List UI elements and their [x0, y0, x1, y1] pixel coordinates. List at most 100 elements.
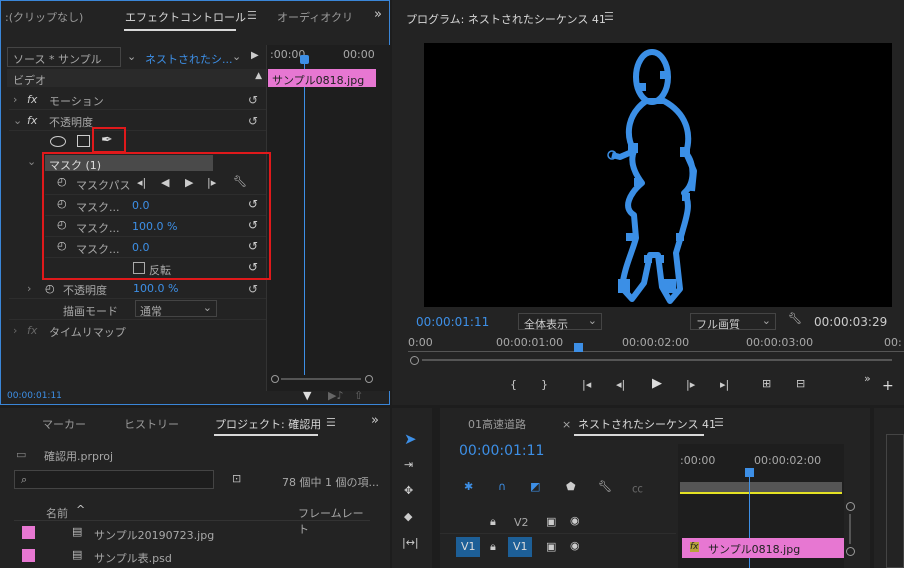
overflow-chevron-icon[interactable]: »	[374, 7, 382, 22]
sequence-dropdown-icon[interactable]: ⌄	[232, 50, 241, 63]
mark-in-icon[interactable]: {	[510, 378, 517, 391]
expand-chevron-icon[interactable]: ›	[13, 93, 17, 106]
sort-ascending-icon[interactable]: ^	[76, 503, 85, 516]
sequence-label[interactable]: ネストされたシ...	[145, 51, 233, 67]
opacity-value-row[interactable]: › ◴ 不透明度 100.0 % ↺	[9, 278, 266, 299]
mask-opacity-row[interactable]: ◴ マスク... 100.0 % ↺	[45, 215, 266, 235]
track-backward-icon[interactable]: ◂|	[137, 176, 146, 189]
snap-magnet-icon[interactable]: ∩	[498, 480, 506, 493]
source-patch-v1[interactable]: V1	[456, 537, 480, 557]
stopwatch-icon[interactable]: ◴	[57, 218, 67, 231]
mask-feather-value[interactable]: 0.0	[132, 199, 150, 212]
reset-icon[interactable]: ↺	[248, 239, 258, 253]
effect-timecode[interactable]: 00:00:01:11	[7, 391, 62, 401]
selection-tool-icon[interactable]: ➤	[404, 430, 417, 448]
opacity-effect-row[interactable]: ⌄ fx 不透明度 ↺	[9, 110, 266, 131]
source-dropdown-icon[interactable]: ⌄	[127, 50, 136, 63]
mini-clip[interactable]: サンプル0818.jpg	[268, 69, 376, 87]
label-color-swatch[interactable]	[22, 526, 35, 539]
extract-icon[interactable]: ⊟	[796, 377, 805, 390]
wrench-icon[interactable]: 🔧︎	[788, 312, 802, 325]
label-color-swatch[interactable]	[22, 549, 35, 562]
snap-nest-icon[interactable]: ✱	[464, 480, 473, 493]
linked-selection-icon[interactable]: ◩	[530, 480, 540, 493]
opacity-value[interactable]: 100.0 %	[133, 282, 178, 295]
program-scrollbar[interactable]	[410, 356, 902, 365]
program-ruler[interactable]: 0:00 00:00:01:00 00:00:02:00 00:00:03:00…	[408, 336, 904, 358]
mask-expansion-row[interactable]: ◴ マスク... 0.0 ↺	[45, 236, 266, 256]
timeline-timecode[interactable]: 00:00:01:11	[459, 443, 544, 459]
list-item[interactable]: ▤ サンプル表.psd	[14, 545, 370, 567]
captions-icon[interactable]: ㏄	[632, 480, 643, 496]
panel-menu-icon[interactable]: ☰	[247, 9, 257, 22]
wrench-icon[interactable]: 🔧︎	[233, 175, 247, 188]
export-icon[interactable]: ⇧	[354, 389, 363, 402]
step-forward-icon[interactable]: |▸	[686, 378, 695, 391]
program-video-frame[interactable]	[424, 43, 892, 307]
reset-icon[interactable]: ↺	[248, 282, 258, 296]
lift-icon[interactable]: ⊞	[762, 377, 771, 390]
play-icon[interactable]: ▶	[652, 376, 662, 391]
track-forward-icon[interactable]: |▸	[207, 176, 216, 189]
step-back-icon[interactable]: ◂|	[616, 378, 625, 391]
lock-icon[interactable]: 🔒︎	[490, 540, 496, 554]
timeline-track-area[interactable]: :00:00 00:00:02:00 fx サンプル0818.jpg	[678, 444, 844, 568]
mask-opacity-value[interactable]: 100.0 %	[132, 220, 177, 233]
panel-menu-icon[interactable]: ☰	[714, 416, 724, 429]
collapse-up-icon[interactable]: ▲	[255, 71, 262, 81]
mask-path-row[interactable]: ◴ マスクパス ◂| ◀ ▶ |▸ 🔧︎	[45, 173, 266, 193]
fx-icon[interactable]: fx	[27, 93, 37, 106]
mask-feather-row[interactable]: ◴ マスク... 0.0 ↺	[45, 194, 266, 214]
step-forward-icon[interactable]: ▶	[185, 176, 193, 189]
track-v2-label[interactable]: V2	[514, 516, 529, 529]
timeline-playhead-handle[interactable]	[745, 468, 754, 477]
ripple-edit-icon[interactable]: ✥	[404, 484, 413, 497]
sync-lock-icon[interactable]: ▣	[546, 515, 556, 528]
reset-icon[interactable]: ↺	[248, 93, 258, 107]
timeline-clip[interactable]: fx サンプル0818.jpg	[682, 538, 844, 558]
column-name[interactable]: 名前	[46, 505, 68, 521]
expand-chevron-icon[interactable]: ⌄	[13, 114, 22, 127]
fx-icon[interactable]: fx	[27, 324, 37, 337]
slip-tool-icon[interactable]: |↔|	[402, 536, 419, 549]
wrench-icon[interactable]: 🔧︎	[598, 480, 612, 493]
reset-icon[interactable]: ↺	[248, 197, 258, 211]
source-selector[interactable]: ソース * サンプル08...	[7, 47, 121, 80]
expand-chevron-icon[interactable]: ›	[13, 324, 17, 337]
stopwatch-icon[interactable]: ◴	[57, 239, 67, 252]
tab-no-clip[interactable]: :(クリップなし)	[5, 9, 83, 25]
tab-audio-clip[interactable]: オーディオクリ	[277, 9, 353, 25]
tab-effect-controls[interactable]: エフェクトコントロール	[125, 9, 246, 25]
tab-markers[interactable]: マーカー	[42, 416, 86, 432]
go-to-out-icon[interactable]: ▸|	[720, 378, 729, 391]
panel-menu-icon[interactable]: ☰	[604, 10, 614, 23]
eye-icon[interactable]: ◉	[570, 539, 580, 552]
rectangle-mask-icon[interactable]	[77, 135, 90, 147]
go-to-in-icon[interactable]: |◂	[582, 378, 591, 391]
tab-history[interactable]: ヒストリー	[124, 416, 179, 432]
audio-loop-icon[interactable]: ▶♪	[328, 389, 343, 402]
quality-select[interactable]: フル画質 ⌄	[690, 313, 776, 331]
tab-nested-sequence[interactable]: ネストされたシーケンス 41	[578, 416, 716, 432]
mark-out-icon[interactable]: }	[541, 378, 548, 391]
eye-icon[interactable]: ◉	[570, 514, 580, 527]
motion-row[interactable]: › fx モーション ↺	[9, 89, 266, 110]
reset-icon[interactable]: ↺	[248, 218, 258, 232]
panel-menu-icon[interactable]: ☰	[326, 416, 336, 429]
mini-playhead[interactable]	[304, 55, 305, 375]
list-item[interactable]: ▤ サンプル20190723.jpg	[14, 522, 370, 544]
mask-expansion-value[interactable]: 0.0	[132, 241, 150, 254]
invert-checkbox[interactable]	[133, 262, 145, 274]
play-only-icon[interactable]: ▶	[251, 50, 259, 61]
tab-sequence-highway[interactable]: 01高速道路	[468, 416, 526, 432]
timeline-vertical-scrollbar[interactable]	[846, 502, 855, 562]
mini-scrollbar[interactable]	[271, 375, 373, 383]
filter-icon[interactable]: ▼	[303, 389, 311, 402]
ellipse-mask-icon[interactable]	[50, 136, 66, 147]
program-playhead[interactable]	[574, 343, 583, 352]
stopwatch-icon[interactable]: ◴	[57, 197, 67, 210]
project-search-input[interactable]: ⌕	[14, 470, 214, 489]
add-marker-icon[interactable]: ⬟	[566, 480, 576, 493]
track-select-icon[interactable]: ⇥	[404, 458, 413, 471]
reset-icon[interactable]: ↺	[248, 260, 258, 274]
